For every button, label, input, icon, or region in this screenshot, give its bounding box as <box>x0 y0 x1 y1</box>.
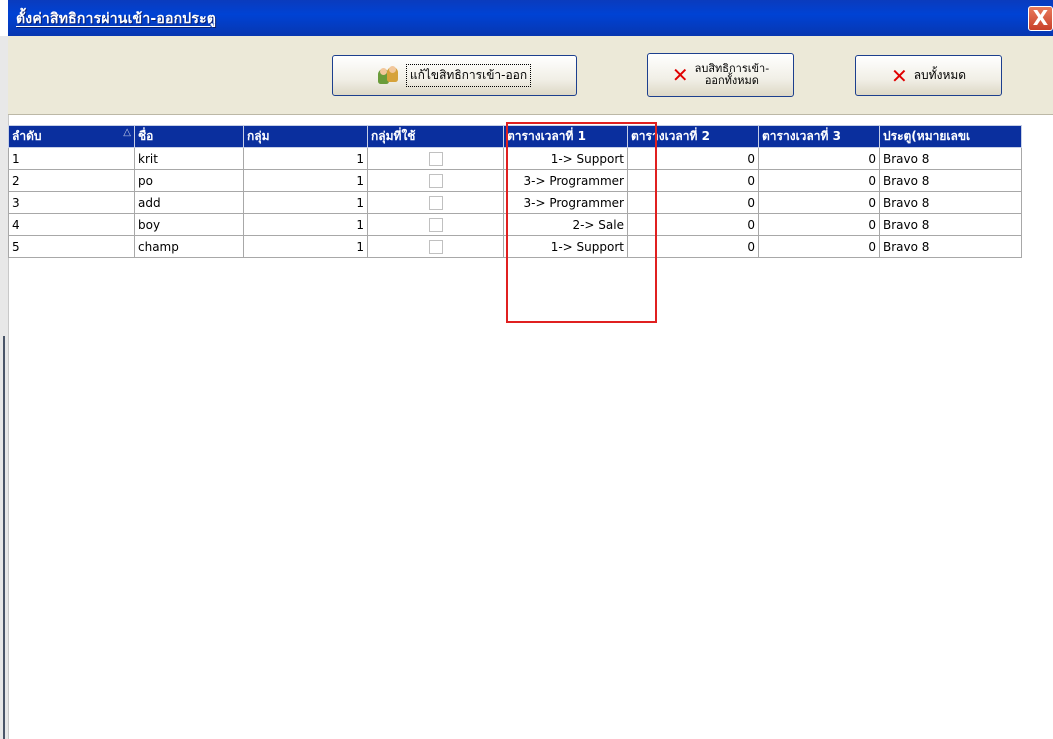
sort-ascending-icon: △ <box>123 127 131 138</box>
title-bar[interactable]: ตั้งค่าสิทธิการผ่านเข้า-ออกประตู X <box>8 0 1053 36</box>
cell-schedule3[interactable]: 0 <box>758 213 880 236</box>
delete-icon: ✕ <box>671 63 689 87</box>
column-header-group-used[interactable]: กลุ่มที่ใช้ <box>367 125 504 148</box>
cell-group-used[interactable] <box>367 147 504 170</box>
cell-group[interactable]: 1 <box>243 169 368 192</box>
column-header-door[interactable]: ประตู(หมายเลขเ <box>879 125 1022 148</box>
cell-group-used[interactable] <box>367 169 504 192</box>
column-header-group[interactable]: กลุ่ม <box>243 125 368 148</box>
close-button[interactable]: X <box>1028 6 1053 31</box>
cell-seq[interactable]: 1 <box>8 147 135 170</box>
delete-all-permissions-label: ลบสิทธิการเข้า- ออกทั้งหมด <box>695 63 770 87</box>
cell-door[interactable]: Bravo 8 <box>879 147 1022 170</box>
window-title: ตั้งค่าสิทธิการผ่านเข้า-ออกประตู <box>16 11 217 27</box>
cell-schedule3[interactable]: 0 <box>758 235 880 258</box>
delete-all-label: ลบทั้งหมด <box>913 68 967 82</box>
cell-door[interactable]: Bravo 8 <box>879 191 1022 214</box>
column-header-seq[interactable]: ลำดับ △ <box>8 125 135 148</box>
cell-group-used[interactable] <box>367 235 504 258</box>
delete-all-button[interactable]: ✕ ลบทั้งหมด <box>855 55 1002 96</box>
cell-schedule1[interactable]: 2-> Sale <box>503 213 628 236</box>
cell-door[interactable]: Bravo 8 <box>879 169 1022 192</box>
cell-schedule3[interactable]: 0 <box>758 191 880 214</box>
cell-schedule1[interactable]: 1-> Support <box>503 147 628 170</box>
edge-marker <box>3 336 5 739</box>
group-used-checkbox[interactable] <box>428 239 443 254</box>
cell-name[interactable]: boy <box>134 213 244 236</box>
table-header-row: ลำดับ △ ชื่อ กลุ่ม กลุ่มที่ใช้ ตารางเวลาท… <box>8 125 1022 148</box>
cell-seq[interactable]: 5 <box>8 235 135 258</box>
cell-seq[interactable]: 4 <box>8 213 135 236</box>
column-header-schedule1[interactable]: ตารางเวลาที่ 1 <box>503 125 628 148</box>
toolbar: แก้ไขสิทธิการเข้า-ออก ✕ ลบสิทธิการเข้า- … <box>8 36 1053 115</box>
cell-schedule1[interactable]: 3-> Programmer <box>503 191 628 214</box>
group-used-checkbox[interactable] <box>428 151 443 166</box>
cell-schedule3[interactable]: 0 <box>758 169 880 192</box>
cell-schedule1[interactable]: 1-> Support <box>503 235 628 258</box>
cell-name[interactable]: po <box>134 169 244 192</box>
cell-group[interactable]: 1 <box>243 147 368 170</box>
cell-schedule2[interactable]: 0 <box>627 191 759 214</box>
column-header-name[interactable]: ชื่อ <box>134 125 244 148</box>
table-row[interactable]: 2 po 1 3-> Programmer 0 0 Bravo 8 <box>8 169 1022 192</box>
cell-seq[interactable]: 3 <box>8 191 135 214</box>
cell-door[interactable]: Bravo 8 <box>879 213 1022 236</box>
table-row[interactable]: 5 champ 1 1-> Support 0 0 Bravo 8 <box>8 235 1022 258</box>
permissions-table: ลำดับ △ ชื่อ กลุ่ม กลุ่มที่ใช้ ตารางเวลาท… <box>8 125 1022 258</box>
table-row[interactable]: 4 boy 1 2-> Sale 0 0 Bravo 8 <box>8 213 1022 236</box>
cell-name[interactable]: champ <box>134 235 244 258</box>
delete-icon: ✕ <box>890 63 908 88</box>
group-used-checkbox[interactable] <box>428 217 443 232</box>
cell-group[interactable]: 1 <box>243 235 368 258</box>
cell-group[interactable]: 1 <box>243 191 368 214</box>
cell-door[interactable]: Bravo 8 <box>879 235 1022 258</box>
column-header-schedule2[interactable]: ตารางเวลาที่ 2 <box>627 125 759 148</box>
group-used-checkbox[interactable] <box>428 195 443 210</box>
cell-seq[interactable]: 2 <box>8 169 135 192</box>
delete-all-permissions-button[interactable]: ✕ ลบสิทธิการเข้า- ออกทั้งหมด <box>647 53 794 97</box>
delete-rights-line2: ออกทั้งหมด <box>704 74 759 87</box>
cell-schedule2[interactable]: 0 <box>627 213 759 236</box>
cell-group-used[interactable] <box>367 213 504 236</box>
cell-schedule1[interactable]: 3-> Programmer <box>503 169 628 192</box>
permission-window: ตั้งค่าสิทธิการผ่านเข้า-ออกประตู X แก้ไข… <box>0 0 1053 739</box>
edit-permissions-label: แก้ไขสิทธิการเข้า-ออก <box>405 64 532 87</box>
cell-group[interactable]: 1 <box>243 213 368 236</box>
edit-permissions-button[interactable]: แก้ไขสิทธิการเข้า-ออก <box>332 55 577 96</box>
table-row[interactable]: 3 add 1 3-> Programmer 0 0 Bravo 8 <box>8 191 1022 214</box>
cell-schedule2[interactable]: 0 <box>627 169 759 192</box>
group-used-checkbox[interactable] <box>428 173 443 188</box>
cell-group-used[interactable] <box>367 191 504 214</box>
close-icon: X <box>1032 6 1049 30</box>
cell-name[interactable]: add <box>134 191 244 214</box>
users-icon <box>377 65 400 85</box>
table-row[interactable]: 1 krit 1 1-> Support 0 0 Bravo 8 <box>8 147 1022 170</box>
cell-schedule2[interactable]: 0 <box>627 147 759 170</box>
cell-name[interactable]: krit <box>134 147 244 170</box>
cell-schedule3[interactable]: 0 <box>758 147 880 170</box>
column-header-schedule3[interactable]: ตารางเวลาที่ 3 <box>758 125 880 148</box>
cell-schedule2[interactable]: 0 <box>627 235 759 258</box>
